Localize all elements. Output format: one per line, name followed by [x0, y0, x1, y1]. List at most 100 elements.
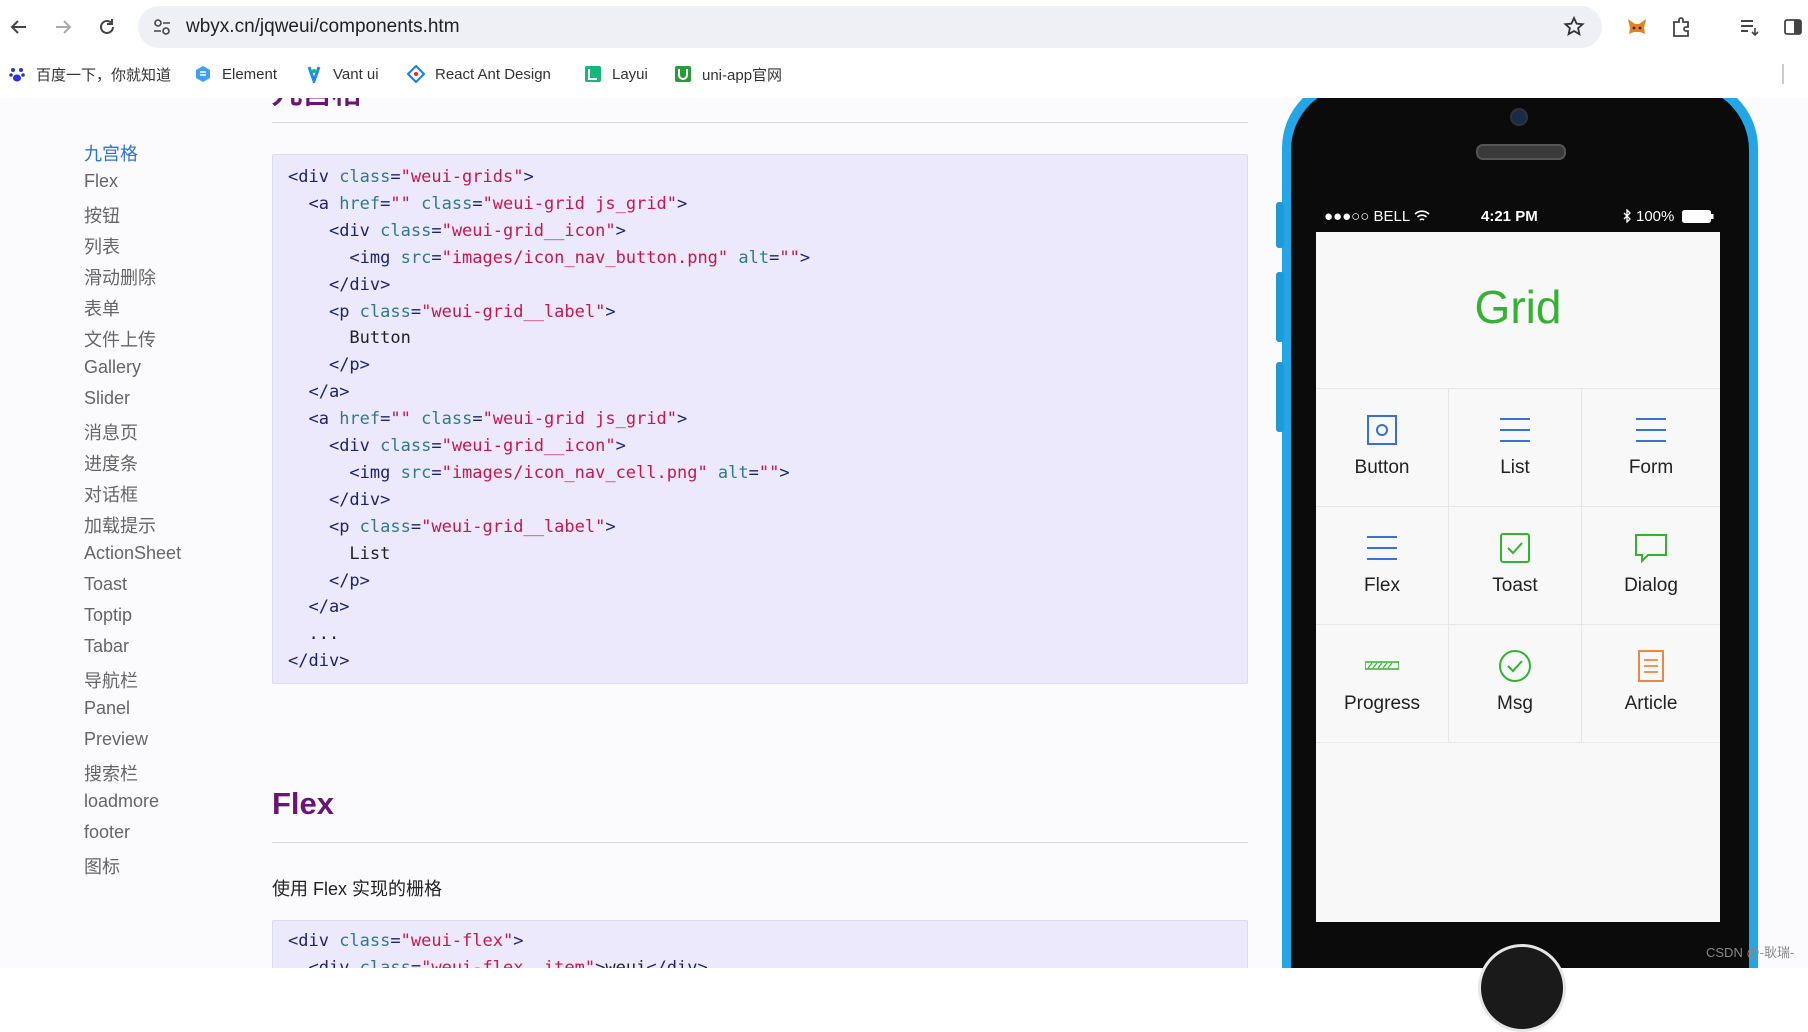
bookmark-label: Layui [612, 65, 648, 83]
sidebar-item-footer[interactable]: footer [84, 822, 130, 843]
grid-item-label: List [1500, 457, 1530, 478]
sidebar-item-gallery[interactable]: Gallery [84, 357, 141, 378]
grid-item-label: Toast [1492, 575, 1538, 596]
sidebar-item-tabar[interactable]: Tabar [84, 636, 129, 657]
code-line: </div> [328, 489, 391, 510]
bookmark-label: uni-app官网 [702, 66, 783, 84]
antd-icon [407, 65, 425, 83]
sidebar-item-form[interactable]: 表单 [84, 295, 120, 321]
code-line: </p> [328, 355, 370, 376]
reload-button[interactable] [92, 12, 122, 42]
reading-list-icon [1741, 20, 1759, 37]
watermark: CSDN @-耿瑞- [1706, 945, 1795, 960]
code-line: <p class="weui-grid__label"> [328, 301, 616, 322]
sidebar-item-flex[interactable]: Flex [84, 171, 118, 192]
browser-toolbar: wbyx.cn/jqweui/components.htm [0, 0, 1808, 54]
sidebar-item-list[interactable]: 列表 [84, 233, 120, 259]
bookmark-antd[interactable]: React Ant Design [407, 62, 551, 86]
code-line: <div class="weui-grids"> [288, 167, 534, 187]
grid-item-flex[interactable]: Flex [1316, 507, 1449, 625]
code-line: </p> [328, 570, 370, 591]
sidebar-item-msg[interactable]: 消息页 [84, 419, 138, 445]
code-line: List [349, 543, 391, 564]
sidebar-item-actionsheet[interactable]: ActionSheet [84, 543, 181, 564]
bookmark-label: React Ant Design [435, 65, 551, 83]
form-icon [1636, 418, 1666, 442]
grid-item-article[interactable]: Article [1582, 625, 1720, 743]
battery-icon [1682, 210, 1714, 223]
side-panel-button[interactable] [1778, 12, 1808, 42]
button-icon [1367, 415, 1397, 445]
dialog-icon [1635, 534, 1667, 564]
section-title-flex: Flex [272, 786, 335, 821]
bookmark-uniapp[interactable]: uni-app官网 [674, 62, 782, 86]
sidebar-item-searchbar[interactable]: 搜索栏 [84, 760, 138, 786]
bookmarks-bar: 百度一下，你就知道 Element Vant ui React Ant Desi… [0, 58, 1808, 90]
arrow-right-icon [56, 20, 72, 34]
metamask-extension-button[interactable] [1622, 12, 1652, 42]
bluetooth-icon [1623, 209, 1631, 223]
side-panel-icon [1784, 19, 1802, 35]
bookmark-element[interactable]: Element [194, 62, 277, 86]
sidebar-item-grid[interactable]: 九宫格 [84, 140, 138, 166]
grid-item-progress[interactable]: Progress [1316, 625, 1449, 743]
sidebar-item-loadmore[interactable]: loadmore [84, 791, 159, 812]
sidebar-item-navbar[interactable]: 导航栏 [84, 667, 138, 693]
grid-item-msg[interactable]: Msg [1449, 625, 1582, 743]
grid-item-label: Flex [1364, 575, 1400, 596]
bookmark-star-icon[interactable] [1562, 15, 1586, 39]
forward-button[interactable] [48, 12, 78, 42]
uniapp-icon [674, 65, 692, 83]
code-line: </div> [288, 651, 350, 672]
phone-volume-up [1276, 272, 1284, 342]
grid-item-label: Form [1628, 457, 1674, 478]
reload-icon [100, 19, 114, 34]
grid-item-label: Msg [1497, 693, 1533, 714]
code-line: <img src="images/icon_nav_cell.png" alt=… [349, 462, 790, 483]
sidebar-item-toast[interactable]: Toast [84, 574, 127, 595]
grid-item-form[interactable]: Form [1582, 389, 1720, 507]
section-divider [272, 842, 1248, 843]
sidebar-item-uploader[interactable]: 文件上传 [84, 326, 156, 352]
bookmarks-divider [1782, 64, 1784, 84]
bookmark-label: Vant ui [333, 65, 379, 83]
layui-icon [584, 65, 602, 83]
battery-percent: 100% [1636, 208, 1675, 225]
sidebar-item-progress[interactable]: 进度条 [84, 450, 138, 476]
code-line: ... [308, 624, 340, 645]
code-line: <img src="images/icon_nav_button.png" al… [349, 247, 811, 268]
bookmark-baidu[interactable]: 百度一下，你就知道 [8, 62, 171, 86]
vant-icon [305, 65, 323, 83]
bookmark-vant[interactable]: Vant ui [305, 62, 379, 86]
extensions-button[interactable] [1666, 12, 1696, 42]
baidu-icon [8, 65, 26, 83]
carrier-signal: ●●●○○ BELL [1324, 208, 1411, 225]
sidebar-item-dialog[interactable]: 对话框 [84, 481, 138, 507]
bookmark-label: Element [222, 65, 278, 83]
phone-mute-switch [1276, 202, 1284, 248]
code-line: </div> [328, 274, 391, 295]
sidebar-item-swipe-delete[interactable]: 滑动删除 [84, 264, 156, 290]
grid-item-dialog[interactable]: Dialog [1582, 507, 1720, 625]
url-text: wbyx.cn/jqweui/components.htm [186, 16, 460, 37]
article-icon [1638, 650, 1664, 682]
grid-item-list[interactable]: List [1449, 389, 1582, 507]
sidebar-item-preview[interactable]: Preview [84, 729, 148, 750]
grid-item-button[interactable]: Button [1316, 389, 1449, 507]
section-divider [272, 122, 1248, 123]
code-line: <p class="weui-grid__label"> [328, 516, 616, 537]
grid-item-label: Dialog [1624, 575, 1678, 596]
sidebar-item-slider[interactable]: Slider [84, 388, 130, 409]
sidebar-item-panel[interactable]: Panel [84, 698, 130, 719]
grid-item-toast[interactable]: Toast [1449, 507, 1582, 625]
sidebar-item-icons[interactable]: 图标 [84, 853, 120, 879]
sidebar-item-toptip[interactable]: Toptip [84, 605, 132, 626]
bookmark-layui[interactable]: Layui [584, 62, 648, 86]
address-bar[interactable]: wbyx.cn/jqweui/components.htm [138, 6, 1602, 48]
reading-list-button[interactable] [1734, 12, 1764, 42]
puzzle-icon [1673, 17, 1689, 37]
back-button[interactable] [4, 12, 34, 42]
sidebar-item-loading[interactable]: 加载提示 [84, 512, 156, 538]
sidebar-item-button[interactable]: 按钮 [84, 202, 120, 228]
site-info-icon[interactable] [152, 17, 172, 37]
